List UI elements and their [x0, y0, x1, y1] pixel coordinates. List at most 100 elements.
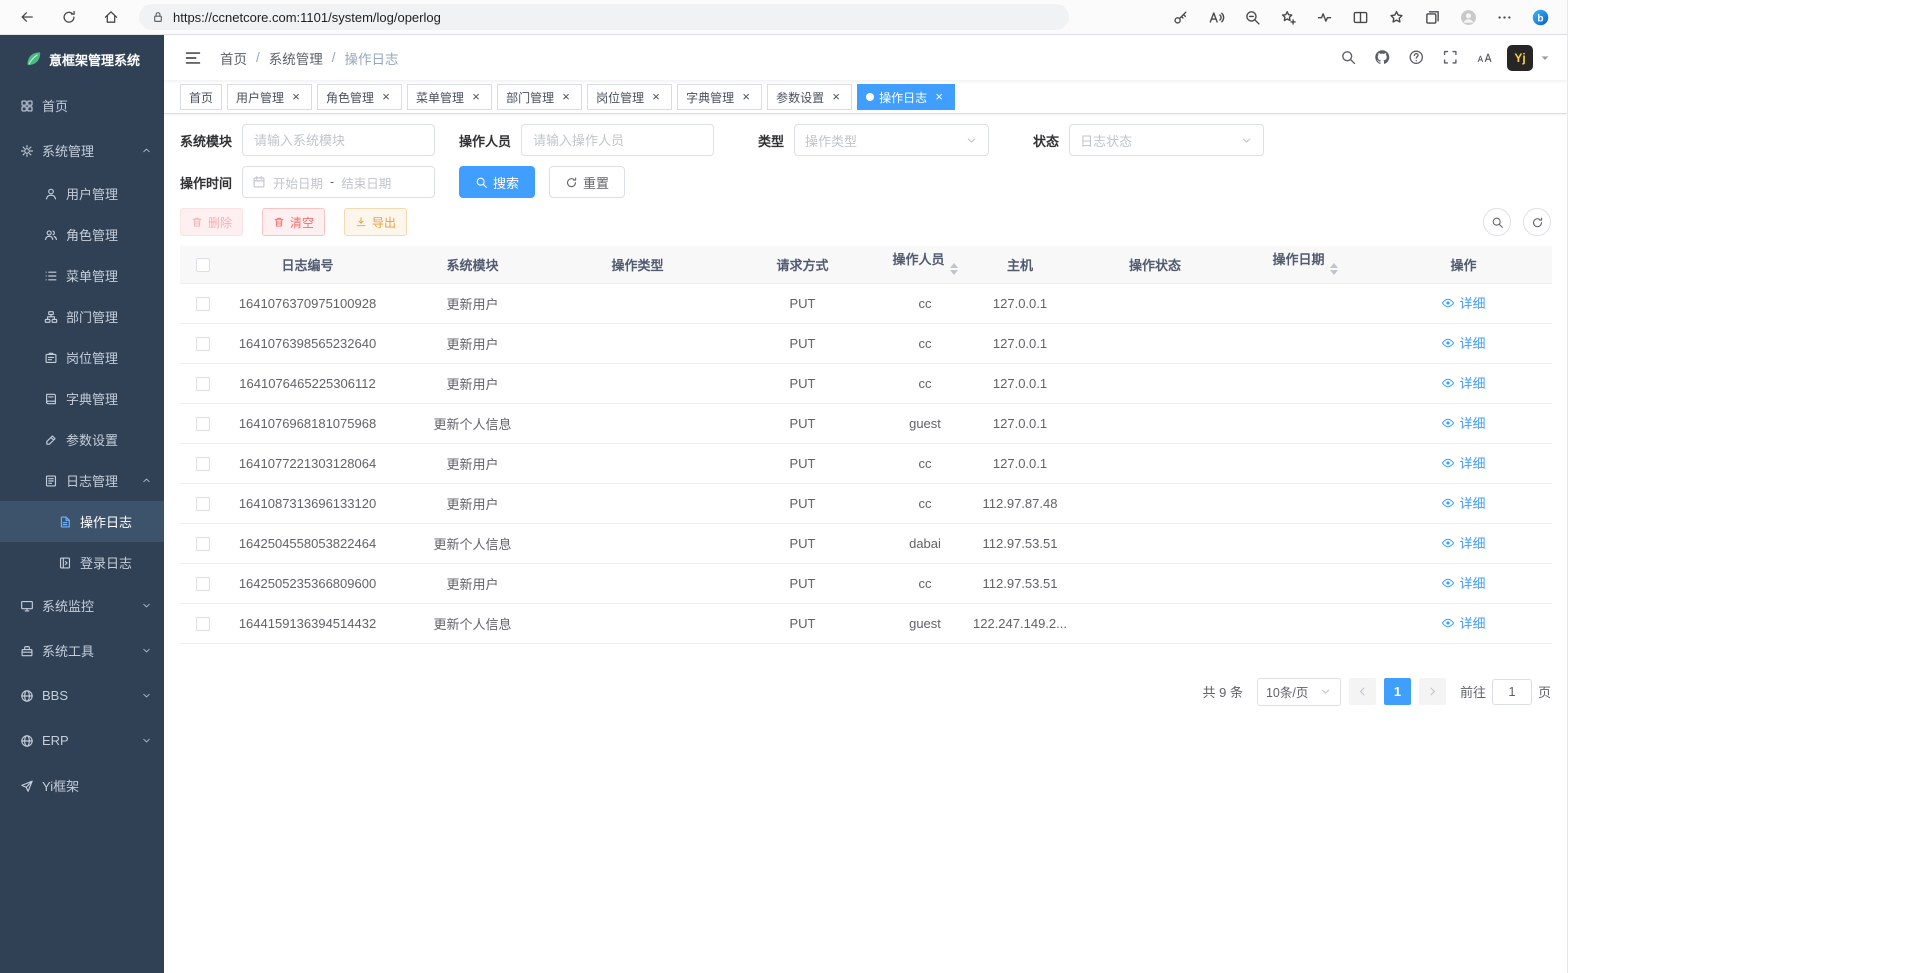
tab-3[interactable]: 菜单管理×: [407, 84, 492, 110]
log-row-2[interactable]: 1641076465225306112更新用户PUTcc127.0.0.1详细: [180, 363, 1552, 403]
header-search-button[interactable]: [1333, 43, 1363, 73]
tab-8[interactable]: 操作日志×: [857, 84, 955, 110]
close-icon[interactable]: ×: [739, 90, 753, 104]
breadcrumb-item-0[interactable]: 首页: [220, 48, 247, 68]
row-checkbox[interactable]: [196, 337, 210, 351]
sidebar-item-13[interactable]: 系统工具: [0, 628, 164, 673]
row-checkbox[interactable]: [196, 497, 210, 511]
sidebar-item-0[interactable]: 首页: [0, 83, 164, 128]
browser-split-screen-button[interactable]: [1344, 3, 1377, 31]
sidebar-item-15[interactable]: ERP: [0, 718, 164, 763]
row-checkbox[interactable]: [196, 457, 210, 471]
search-button[interactable]: 搜索: [459, 166, 535, 198]
export-button[interactable]: 导出: [344, 208, 407, 236]
page-size-select[interactable]: 10条/页: [1257, 678, 1341, 706]
module-input[interactable]: [242, 124, 435, 156]
close-icon[interactable]: ×: [469, 90, 483, 104]
sidebar-item-4[interactable]: 菜单管理: [0, 255, 164, 296]
browser-key-button[interactable]: [1164, 3, 1197, 31]
tab-5[interactable]: 岗位管理×: [587, 84, 672, 110]
tab-4[interactable]: 部门管理×: [497, 84, 582, 110]
goto-page-input[interactable]: [1492, 679, 1532, 705]
app-logo[interactable]: 意框架管理系统: [0, 35, 164, 83]
user-menu[interactable]: Yj: [1507, 45, 1551, 71]
browser-favorite-add-button[interactable]: [1272, 3, 1305, 31]
operator-input[interactable]: [521, 124, 714, 156]
sidebar-item-12[interactable]: 系统监控: [0, 583, 164, 628]
toggle-search-button[interactable]: [1483, 208, 1511, 236]
sidebar-item-6[interactable]: 岗位管理: [0, 337, 164, 378]
log-row-6[interactable]: 1642504558053822464更新个人信息PUTdabai112.97.…: [180, 523, 1552, 563]
browser-more-button[interactable]: [1488, 3, 1521, 31]
row-checkbox[interactable]: [196, 537, 210, 551]
detail-link[interactable]: 详细: [1441, 493, 1485, 512]
address-bar[interactable]: https://ccnetcore.com:1101/system/log/op…: [139, 4, 1069, 30]
detail-link[interactable]: 详细: [1441, 613, 1485, 632]
browser-profile-button[interactable]: [1452, 3, 1485, 31]
browser-collections-button[interactable]: [1416, 3, 1449, 31]
tab-1[interactable]: 用户管理×: [227, 84, 312, 110]
sort-caret-icon[interactable]: [950, 259, 958, 279]
header-github-button[interactable]: [1367, 43, 1397, 73]
browser-back-button[interactable]: [10, 3, 43, 31]
log-row-8[interactable]: 1644159136394514432更新个人信息PUTguest122.247…: [180, 603, 1552, 643]
refresh-table-button[interactable]: [1523, 208, 1551, 236]
breadcrumb-item-1[interactable]: 系统管理: [269, 48, 323, 68]
sidebar-toggle-button[interactable]: [180, 45, 206, 71]
row-checkbox[interactable]: [196, 617, 210, 631]
detail-link[interactable]: 详细: [1441, 373, 1485, 392]
prev-page-button[interactable]: [1349, 678, 1376, 705]
close-icon[interactable]: ×: [932, 90, 946, 104]
close-icon[interactable]: ×: [289, 90, 303, 104]
sidebar-item-10[interactable]: 操作日志: [0, 501, 164, 542]
log-row-5[interactable]: 1641087313696133120更新用户PUTcc112.97.87.48…: [180, 483, 1552, 523]
tab-7[interactable]: 参数设置×: [767, 84, 852, 110]
sidebar-item-1[interactable]: 系统管理: [0, 128, 164, 173]
select-all-checkbox[interactable]: [196, 258, 210, 272]
tab-0[interactable]: 首页: [180, 84, 222, 110]
row-checkbox[interactable]: [196, 297, 210, 311]
delete-button[interactable]: 删除: [180, 208, 243, 236]
tab-2[interactable]: 角色管理×: [317, 84, 402, 110]
clear-button[interactable]: 清空: [262, 208, 325, 236]
column-header-7[interactable]: 操作日期: [1235, 246, 1375, 283]
row-checkbox[interactable]: [196, 577, 210, 591]
detail-link[interactable]: 详细: [1441, 573, 1485, 592]
close-icon[interactable]: ×: [559, 90, 573, 104]
reset-button[interactable]: 重置: [549, 166, 625, 198]
close-icon[interactable]: ×: [829, 90, 843, 104]
log-row-7[interactable]: 1642505235366809600更新用户PUTcc112.97.53.51…: [180, 563, 1552, 603]
browser-copilot-button[interactable]: b: [1524, 3, 1557, 31]
tab-6[interactable]: 字典管理×: [677, 84, 762, 110]
type-select[interactable]: 操作类型: [794, 124, 989, 156]
sidebar-item-8[interactable]: 参数设置: [0, 419, 164, 460]
detail-link[interactable]: 详细: [1441, 453, 1485, 472]
log-row-0[interactable]: 1641076370975100928更新用户PUTcc127.0.0.1详细: [180, 283, 1552, 323]
log-row-4[interactable]: 1641077221303128064更新用户PUTcc127.0.0.1详细: [180, 443, 1552, 483]
sidebar-item-3[interactable]: 角色管理: [0, 214, 164, 255]
close-icon[interactable]: ×: [379, 90, 393, 104]
page-number-button[interactable]: 1: [1384, 678, 1411, 705]
close-icon[interactable]: ×: [649, 90, 663, 104]
detail-link[interactable]: 详细: [1441, 413, 1485, 432]
row-checkbox[interactable]: [196, 377, 210, 391]
sort-caret-icon[interactable]: [1330, 259, 1338, 279]
header-question-button[interactable]: [1401, 43, 1431, 73]
sidebar-item-2[interactable]: 用户管理: [0, 173, 164, 214]
row-checkbox[interactable]: [196, 417, 210, 431]
column-header-4[interactable]: 操作人员: [885, 246, 965, 283]
date-range-picker[interactable]: 开始日期 - 结束日期: [242, 166, 435, 198]
sidebar-item-5[interactable]: 部门管理: [0, 296, 164, 337]
detail-link[interactable]: 详细: [1441, 293, 1485, 312]
browser-read-aloud-button[interactable]: [1200, 3, 1233, 31]
sidebar-item-16[interactable]: Yi框架: [0, 763, 164, 808]
next-page-button[interactable]: [1419, 678, 1446, 705]
browser-browser-essentials-button[interactable]: [1308, 3, 1341, 31]
status-select[interactable]: 日志状态: [1069, 124, 1264, 156]
browser-home-button[interactable]: [94, 3, 127, 31]
browser-refresh-button[interactable]: [52, 3, 85, 31]
header-text-size-button[interactable]: [1469, 43, 1499, 73]
header-fullscreen-button[interactable]: [1435, 43, 1465, 73]
log-row-3[interactable]: 1641076968181075968更新个人信息PUTguest127.0.0…: [180, 403, 1552, 443]
sidebar-item-11[interactable]: 登录日志: [0, 542, 164, 583]
